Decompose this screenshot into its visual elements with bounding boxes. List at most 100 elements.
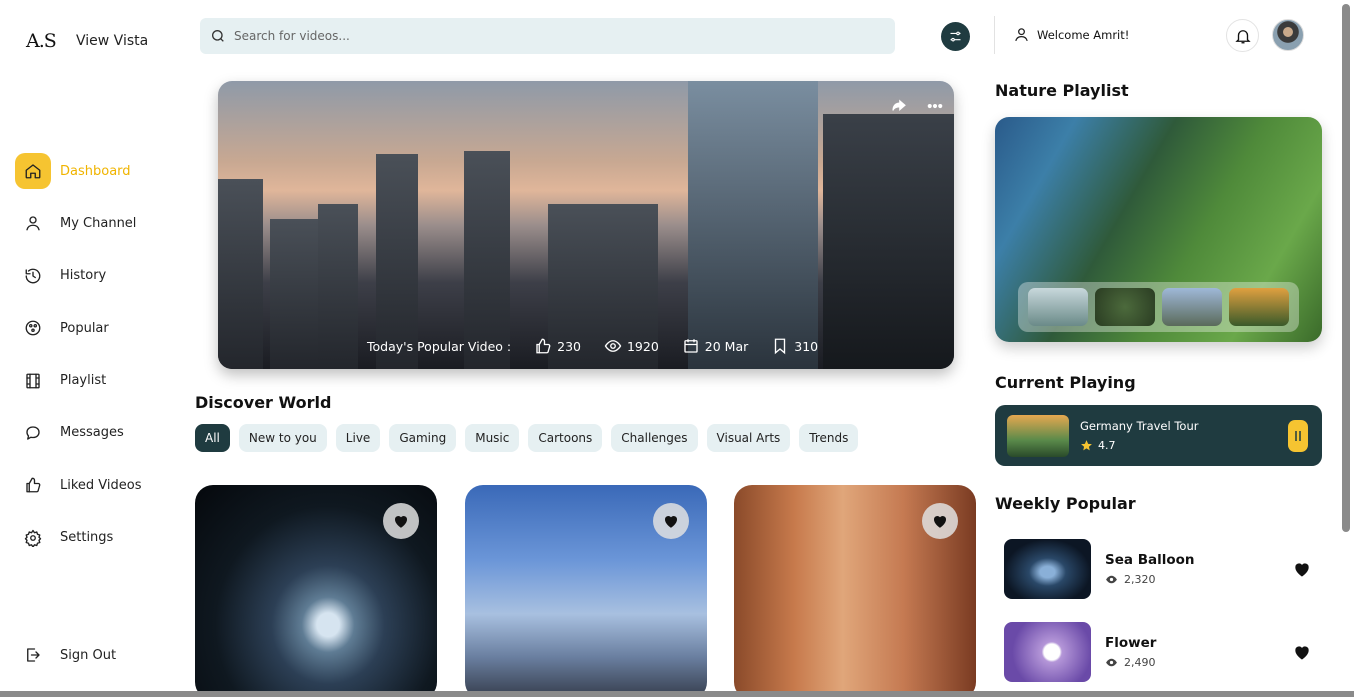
filter-button[interactable]	[941, 22, 970, 51]
weekly-title: Flower	[1105, 635, 1157, 651]
brand-logo[interactable]: A.S View Vista	[26, 30, 148, 52]
likes-stat[interactable]: 230	[534, 337, 581, 355]
playlist-thumbnails	[1018, 282, 1299, 332]
now-playing-title: Germany Travel Tour	[1080, 419, 1199, 433]
hero-label: Today's Popular Video :	[367, 338, 512, 354]
chip-trends[interactable]: Trends	[799, 424, 859, 452]
current-playing-title: Current Playing	[995, 373, 1136, 392]
playlist-thumbnail[interactable]	[1229, 288, 1290, 326]
welcome-text: Welcome Amrit!	[1037, 27, 1130, 42]
sidebar-item-label: Settings	[60, 530, 114, 546]
chip-challenges[interactable]: Challenges	[611, 424, 698, 452]
bell-icon	[1234, 29, 1251, 43]
thumbs-up-icon	[15, 467, 51, 503]
avatar[interactable]	[1272, 19, 1304, 51]
like-button[interactable]	[383, 503, 419, 539]
playlist-thumbnail[interactable]	[1162, 288, 1223, 326]
user-icon	[15, 205, 51, 241]
now-playing-card[interactable]: Germany Travel Tour 4.7	[995, 405, 1322, 466]
eye-icon	[1106, 658, 1117, 667]
sign-out-button[interactable]: Sign Out	[15, 636, 116, 674]
video-card[interactable]	[734, 485, 976, 697]
sidebar-item-popular[interactable]: Popular	[15, 309, 175, 347]
sidebar-item-label: Popular	[60, 320, 109, 336]
brand-name: View Vista	[76, 33, 149, 49]
sidebar-item-my-channel[interactable]: My Channel	[15, 204, 175, 242]
building	[318, 204, 358, 369]
like-button[interactable]	[1292, 642, 1312, 666]
share-icon	[892, 99, 906, 111]
more-icon	[927, 103, 943, 109]
notification-button[interactable]	[1226, 19, 1259, 52]
video-card[interactable]	[465, 485, 707, 697]
pause-button[interactable]	[1288, 420, 1308, 452]
category-chips: All New to you Live Gaming Music Cartoon…	[195, 424, 859, 452]
weekly-popular-item[interactable]: Flower 2,490	[1004, 622, 1314, 682]
weekly-views: 2,490	[1105, 656, 1156, 669]
search-input[interactable]	[234, 29, 854, 43]
sidebar-item-label: Dashboard	[60, 163, 131, 179]
chip-live[interactable]: Live	[335, 424, 381, 452]
chip-visual-arts[interactable]: Visual Arts	[706, 424, 791, 452]
home-icon	[15, 153, 51, 189]
star-icon	[1081, 440, 1092, 451]
sidebar-item-liked-videos[interactable]: Liked Videos	[15, 466, 175, 504]
sidebar-item-label: Liked Videos	[60, 477, 142, 493]
like-button[interactable]	[653, 503, 689, 539]
playlist-thumbnail[interactable]	[1094, 288, 1155, 326]
weekly-title: Sea Balloon	[1105, 552, 1195, 568]
nature-playlist-title: Nature Playlist	[995, 81, 1129, 100]
vertical-scrollbar[interactable]	[1342, 4, 1350, 532]
sidebar-item-settings[interactable]: Settings	[15, 519, 175, 557]
views-stat: 1920	[604, 337, 659, 355]
eye-icon	[1106, 575, 1117, 584]
sidebar-item-playlist[interactable]: Playlist	[15, 362, 175, 400]
chip-gaming[interactable]: Gaming	[389, 424, 457, 452]
popular-icon	[15, 310, 51, 346]
video-card[interactable]	[195, 485, 437, 697]
hero-video[interactable]: Today's Popular Video : 230 1920 20 Mar …	[218, 81, 954, 369]
horizontal-scrollbar[interactable]	[0, 691, 1354, 697]
sidebar-item-label: Messages	[60, 425, 124, 441]
user-welcome[interactable]: Welcome Amrit!	[1013, 26, 1129, 43]
user-icon	[1015, 28, 1028, 42]
chip-music[interactable]: Music	[465, 424, 520, 452]
building	[823, 114, 954, 369]
sidebar-nav: Dashboard My Channel History Popular Pla…	[15, 152, 175, 571]
chip-all[interactable]: All	[195, 424, 230, 452]
likes-count: 230	[557, 338, 581, 354]
chip-new-to-you[interactable]: New to you	[238, 424, 327, 452]
hero-stats: Today's Popular Video : 230 1920 20 Mar …	[367, 337, 818, 355]
nature-playlist[interactable]	[995, 117, 1322, 342]
date-value: 20 Mar	[704, 338, 749, 354]
weekly-info: Flower 2,490	[1105, 635, 1156, 669]
sidebar-item-dashboard[interactable]: Dashboard	[15, 152, 175, 190]
heart-icon	[1295, 646, 1309, 660]
saves-stat[interactable]: 310	[771, 337, 818, 355]
rating-value: 4.7	[1098, 439, 1116, 452]
sidebar-item-messages[interactable]: Messages	[15, 414, 175, 452]
weekly-views: 2,320	[1105, 573, 1195, 586]
bookmark-icon	[775, 338, 786, 355]
building	[218, 179, 263, 369]
playlist-thumbnail[interactable]	[1027, 288, 1088, 326]
now-playing-info: Germany Travel Tour 4.7	[1080, 419, 1198, 452]
search-bar	[200, 18, 895, 54]
heart-icon	[664, 515, 678, 528]
sidebar-item-history[interactable]: History	[15, 257, 175, 295]
like-button[interactable]	[1292, 559, 1312, 583]
chip-cartoons[interactable]: Cartoons	[528, 424, 603, 452]
weekly-views-count: 2,320	[1124, 573, 1156, 586]
weekly-views-count: 2,490	[1124, 656, 1156, 669]
film-icon	[15, 363, 51, 399]
eye-icon	[604, 340, 622, 352]
hero-actions	[888, 95, 946, 117]
heart-icon	[1295, 563, 1309, 577]
search-icon	[212, 30, 224, 42]
share-button[interactable]	[888, 95, 910, 117]
sign-out-icon	[15, 637, 51, 673]
history-icon	[15, 258, 51, 294]
like-button[interactable]	[922, 503, 958, 539]
more-button[interactable]	[924, 95, 946, 117]
weekly-popular-item[interactable]: Sea Balloon 2,320	[1004, 539, 1314, 599]
